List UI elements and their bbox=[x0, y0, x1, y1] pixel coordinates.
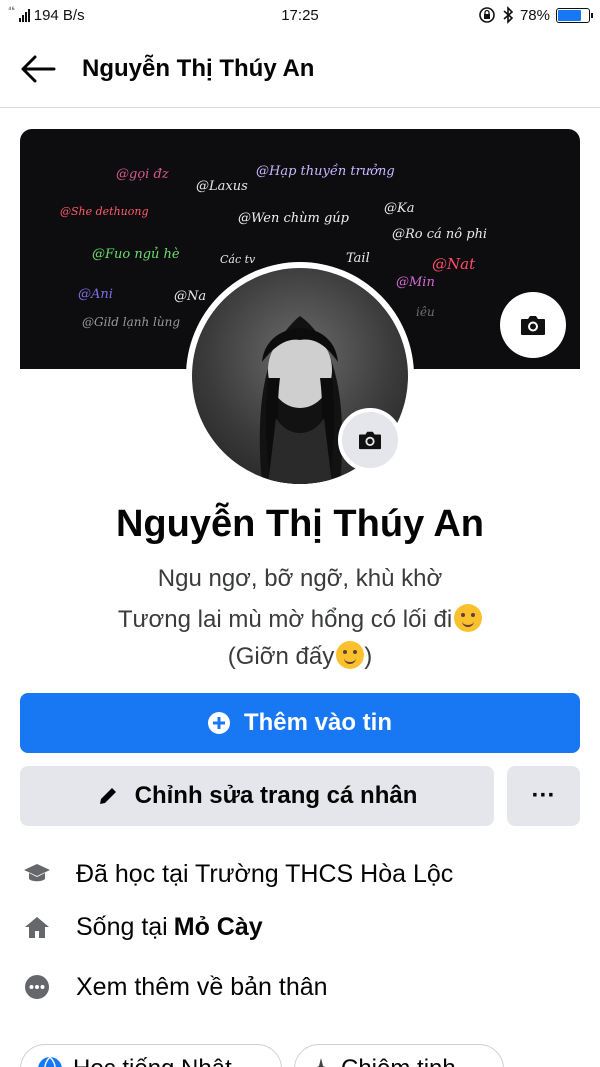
status-bar: ⁴⁶ 194 B/s 17:25 78% bbox=[0, 0, 600, 32]
edit-profile-button[interactable]: Chỉnh sửa trang cá nhân bbox=[20, 766, 494, 826]
smirk-emoji-icon bbox=[336, 641, 365, 669]
graduation-cap-icon bbox=[22, 859, 52, 889]
bio-text: ) bbox=[364, 643, 373, 670]
back-arrow-icon[interactable] bbox=[20, 54, 56, 84]
add-to-story-button[interactable]: Thêm vào tin bbox=[20, 693, 580, 753]
cover-text: @Ani bbox=[78, 287, 113, 302]
cover-text: @Min bbox=[396, 275, 435, 290]
profile-name: Nguyễn Thị Thúy An bbox=[115, 503, 484, 545]
interest-chip-label: Chiêm tinh bbox=[341, 1055, 456, 1067]
see-more-about-label: Xem thêm về bản thân bbox=[76, 972, 328, 1001]
more-options-label: ··· bbox=[531, 782, 556, 809]
cover-text: @gọi đz bbox=[116, 167, 169, 182]
cover-text: @Na bbox=[174, 289, 207, 304]
cover-text: Các tv bbox=[220, 253, 256, 266]
cover-text: Tail bbox=[346, 251, 370, 266]
bio-line: Ngu ngơ, bỡ ngỡ, khù khờ bbox=[157, 565, 443, 592]
detail-education: Đã học tại Trường THCS Hòa Lộc bbox=[22, 857, 453, 891]
bio-text: Tương lai mù mờ hổng có lối đi bbox=[117, 606, 453, 633]
lock-rotation-icon bbox=[479, 7, 495, 23]
top-bar: Nguyễn Thị Thúy An bbox=[0, 32, 600, 108]
education-text: Đã học tại Trường THCS Hòa Lộc bbox=[76, 859, 454, 888]
globe-icon bbox=[38, 1056, 62, 1067]
battery-percent: 78% bbox=[519, 6, 550, 24]
cover-text: @Laxus bbox=[196, 179, 248, 194]
hugging-face-emoji-icon bbox=[454, 604, 483, 632]
cover-text: @Wen chùm gúp bbox=[238, 211, 350, 226]
camera-icon bbox=[521, 316, 545, 335]
cover-text: @Nat bbox=[432, 255, 476, 273]
bluetooth-icon bbox=[503, 6, 514, 24]
bio-line: (Giỡn đấy) bbox=[0, 641, 600, 671]
add-to-story-label: Thêm vào tin bbox=[243, 709, 393, 736]
more-dots-icon bbox=[22, 972, 52, 1002]
cover-text: iêu bbox=[416, 305, 435, 319]
lives-in-prefix: Sống tại bbox=[76, 912, 168, 941]
edit-profile-label: Chỉnh sửa trang cá nhân bbox=[134, 782, 418, 809]
status-right: 78% bbox=[478, 6, 593, 24]
bio-text: (Giỡn đấy bbox=[227, 643, 335, 670]
edit-avatar-button[interactable] bbox=[338, 408, 402, 472]
pencil-icon bbox=[99, 788, 116, 804]
battery-icon bbox=[556, 7, 593, 23]
cover-text: @Fuo ngủ hè bbox=[92, 247, 180, 262]
home-icon bbox=[22, 912, 52, 942]
interest-chip[interactable]: Chiêm tinh bbox=[294, 1044, 504, 1067]
cover-text: @Hạp thuyền trưởng bbox=[256, 164, 395, 179]
sparkle-icon bbox=[317, 1058, 325, 1067]
interest-chip-label: Học tiếng Nhật bbox=[73, 1055, 232, 1067]
see-more-about-button[interactable]: Xem thêm về bản thân bbox=[22, 970, 328, 1004]
plus-circle-icon bbox=[207, 712, 230, 734]
cover-text: @Ka bbox=[384, 201, 415, 216]
more-options-button[interactable]: ··· bbox=[507, 766, 580, 826]
detail-lives-in: Sống tại Mỏ Cày bbox=[22, 910, 263, 944]
interest-chip[interactable]: Học tiếng Nhật bbox=[20, 1044, 282, 1067]
camera-icon bbox=[359, 431, 381, 450]
cover-text: @Gild lạnh lùng bbox=[82, 315, 180, 329]
cover-text: @Ro cá nô phi bbox=[392, 227, 488, 242]
bio-line: Tương lai mù mờ hổng có lối đi bbox=[0, 604, 600, 634]
edit-cover-button[interactable] bbox=[500, 292, 566, 358]
header-title: Nguyễn Thị Thúy An bbox=[82, 55, 315, 82]
lives-in-place[interactable]: Mỏ Cày bbox=[174, 913, 263, 942]
cover-text: @She dethuong bbox=[60, 205, 149, 218]
